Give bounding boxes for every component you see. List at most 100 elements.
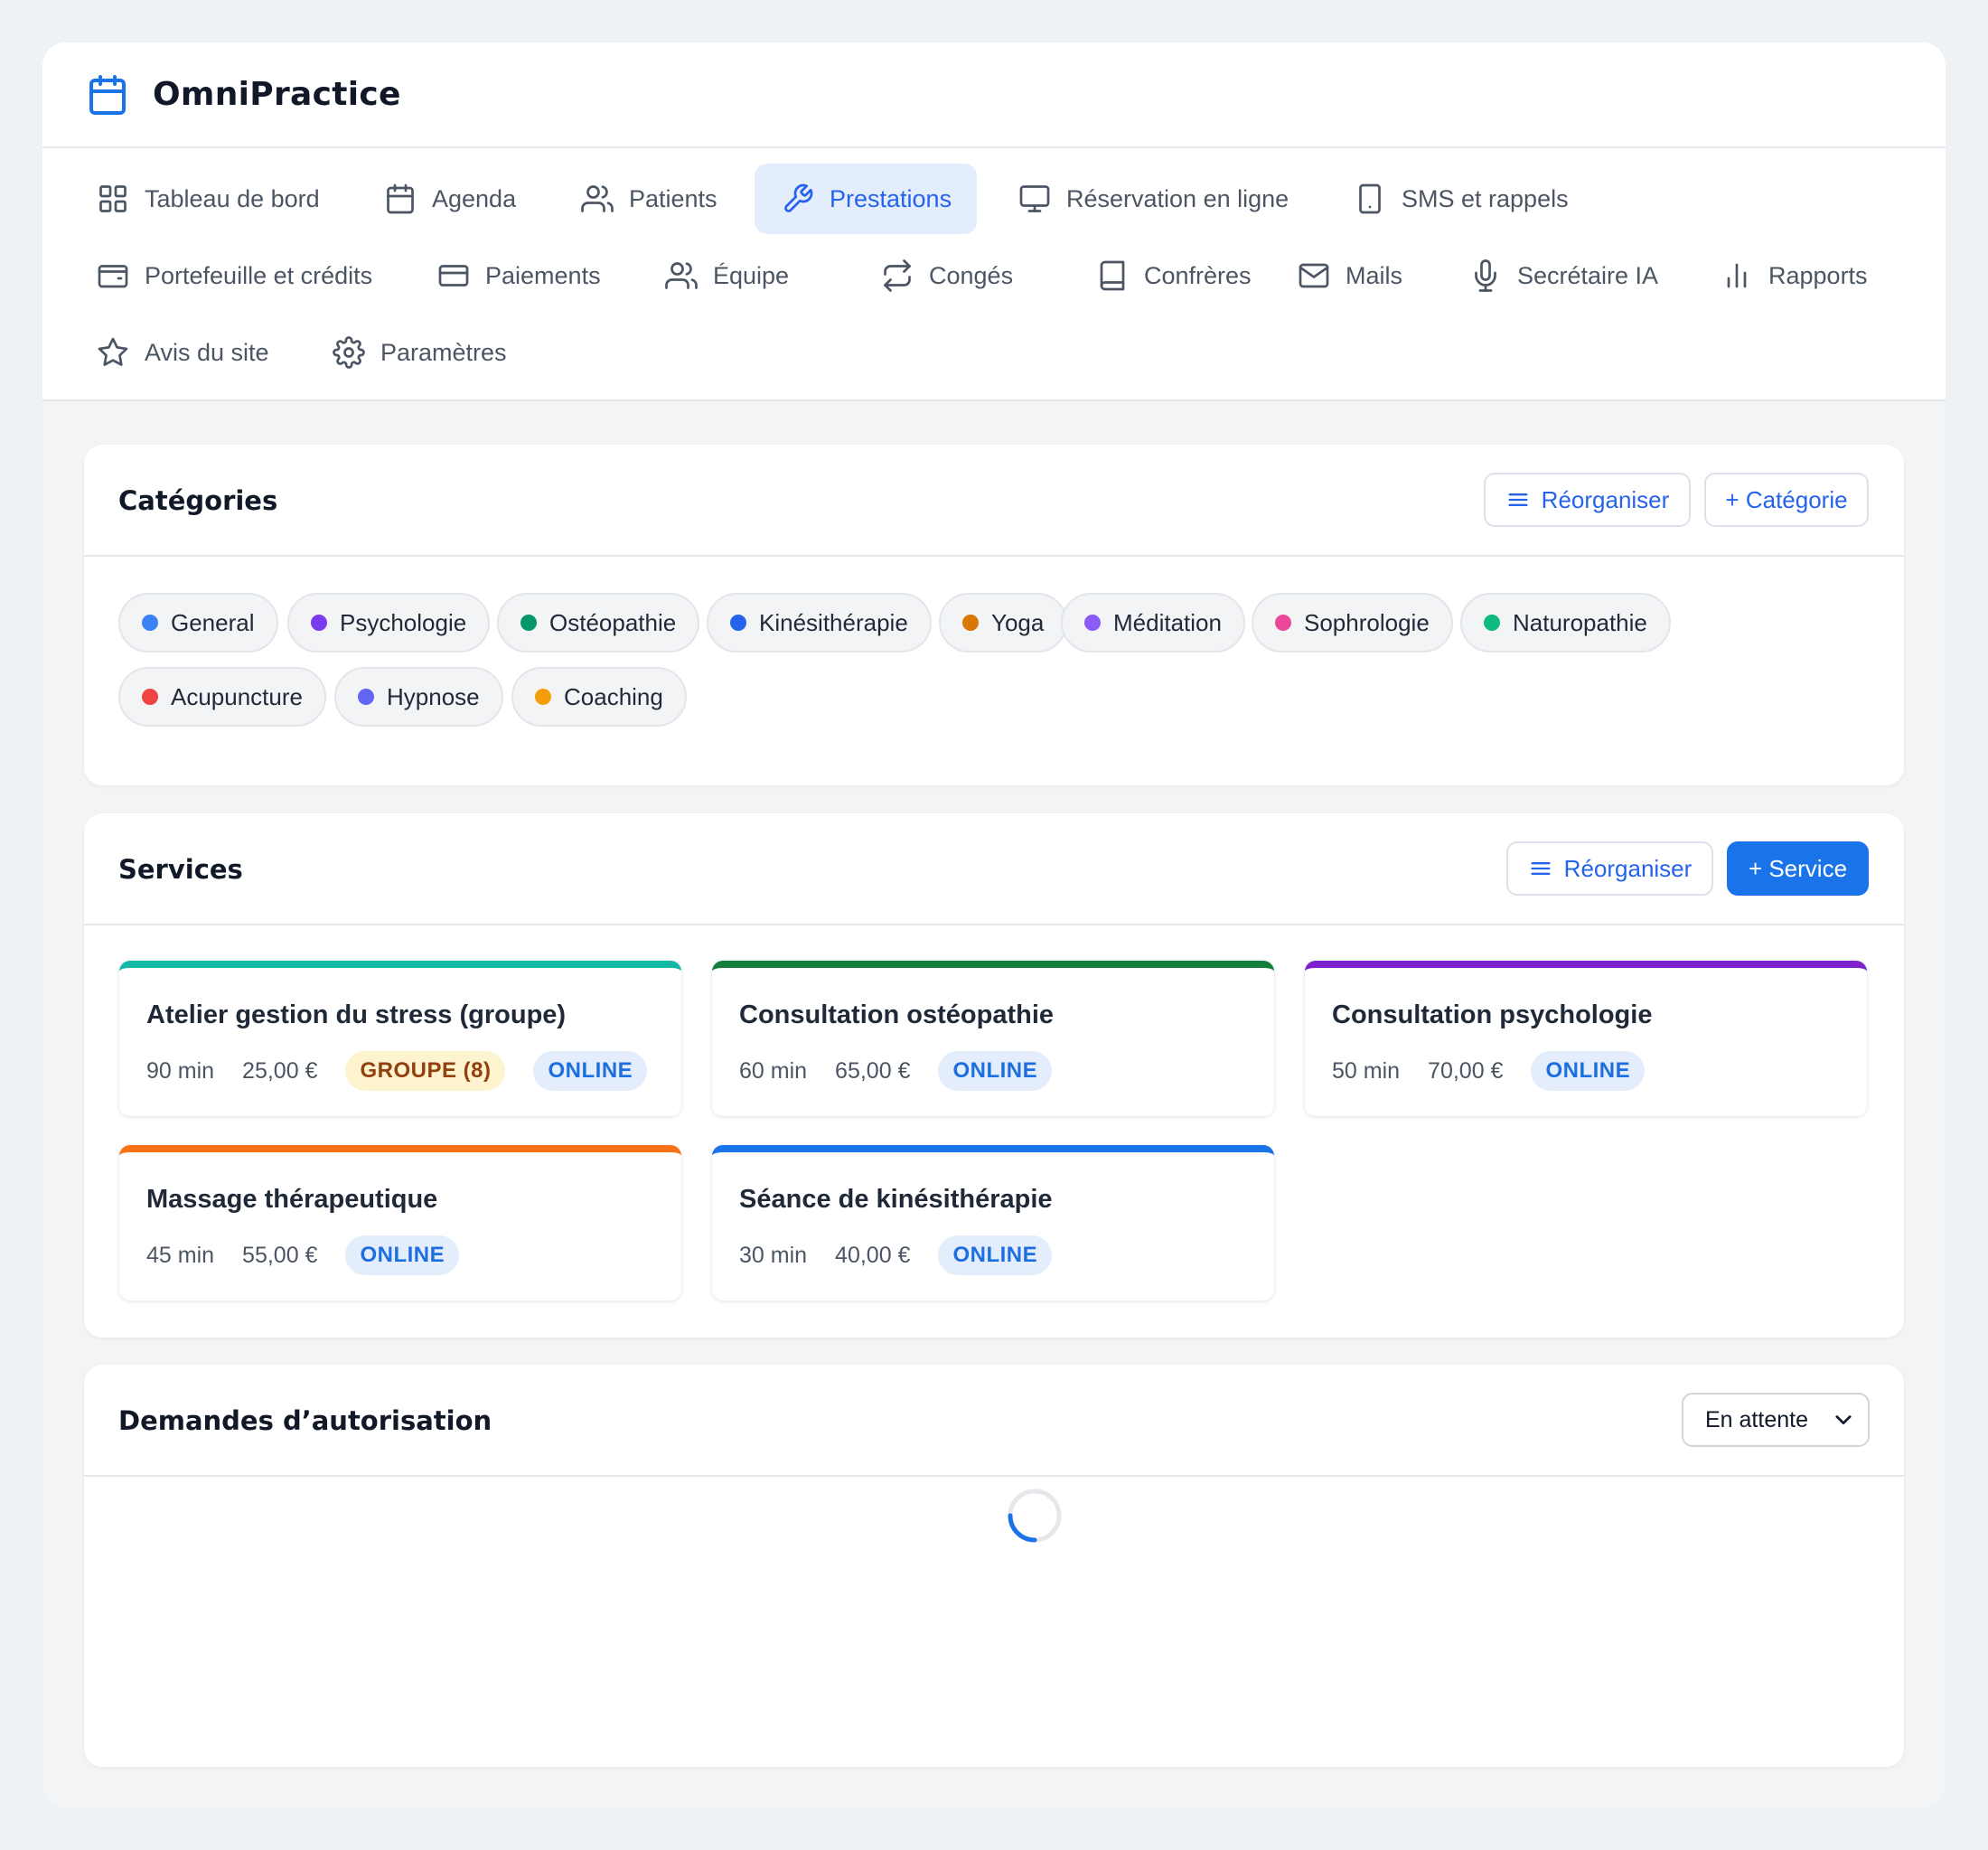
nav-item-patients[interactable]: Patients (554, 164, 743, 234)
nav-label: Paramètres (380, 338, 507, 366)
smartphone-icon (1359, 183, 1381, 214)
add-category-button[interactable]: + Catégorie (1704, 473, 1869, 527)
category-chip-hypnose[interactable]: Hypnose (334, 667, 503, 727)
reorder-label: Réorganiser (1541, 485, 1670, 513)
top-navigation: OmniPractice Tableau de bord Agenda Pati… (42, 42, 1946, 401)
nav-item-avis-du-site[interactable]: Avis du site (70, 317, 295, 388)
app-title: OmniPractice (153, 76, 401, 113)
service-card[interactable]: Massage thérapeutique 45 min 55,00 € ONL… (119, 1145, 681, 1301)
add-service-label: + Service (1748, 854, 1848, 882)
microphone-icon (1475, 259, 1496, 292)
nav-item-conges[interactable]: Congés (854, 240, 1038, 311)
category-chip-osteopathie[interactable]: Ostéopathie (497, 593, 700, 653)
category-color-dot (142, 689, 158, 705)
add-service-button[interactable]: + Service (1727, 841, 1869, 896)
nav-label: Patients (629, 184, 717, 212)
categories-header: Catégories Réorganiser + Catégorie (84, 445, 1904, 557)
nav-item-confreres[interactable]: Confrères (1069, 240, 1277, 311)
nav-item-sms-et-rappels[interactable]: SMS et rappels (1327, 164, 1594, 234)
category-label: Hypnose (387, 682, 480, 710)
service-duration: 45 min (146, 1242, 215, 1268)
category-label: Coaching (564, 682, 663, 710)
category-chip-acupuncture[interactable]: Acupuncture (118, 667, 326, 727)
nav-item-equipe[interactable]: Équipe (638, 240, 814, 311)
service-duration: 90 min (146, 1057, 215, 1084)
online-badge: ONLINE (345, 1235, 460, 1275)
service-price: 40,00 € (835, 1242, 911, 1268)
category-chip-yoga[interactable]: Yoga (939, 593, 1068, 653)
service-meta: 45 min 55,00 € ONLINE (146, 1235, 460, 1275)
status-filter-value: En attente (1705, 1406, 1808, 1432)
chevron-down-icon (1835, 1415, 1852, 1425)
nav-item-reservation-en-ligne[interactable]: Réservation en ligne (991, 164, 1314, 234)
category-color-dot (962, 615, 979, 631)
service-meta: 90 min 25,00 € GROUPE (8) ONLINE (146, 1051, 648, 1091)
app-window: OmniPractice Tableau de bord Agenda Pati… (42, 42, 1946, 1808)
service-name: Séance de kinésithérapie (739, 1185, 1053, 1214)
reorder-services-button[interactable]: Réorganiser (1506, 841, 1713, 896)
service-card[interactable]: Consultation ostéopathie 60 min 65,00 € … (712, 961, 1274, 1116)
service-meta: 60 min 65,00 € ONLINE (739, 1051, 1053, 1091)
service-card[interactable]: Consultation psychologie 50 min 70,00 € … (1305, 961, 1867, 1116)
calendar-icon (89, 74, 126, 115)
service-duration: 30 min (739, 1242, 808, 1268)
book-icon (1100, 260, 1125, 291)
calendar-icon (387, 183, 414, 214)
nav-item-secretaire-ia[interactable]: Secrétaire IA (1442, 240, 1683, 311)
nav-item-prestations[interactable]: Prestations (755, 164, 978, 234)
service-card[interactable]: Séance de kinésithérapie 30 min 40,00 € … (712, 1145, 1274, 1301)
category-chip-psychologie[interactable]: Psychologie (287, 593, 491, 653)
bar-chart-icon (1727, 263, 1747, 288)
wrench-icon (784, 183, 813, 212)
service-meta: 50 min 70,00 € ONLINE (1332, 1051, 1646, 1091)
nav-label: Confrères (1144, 261, 1252, 289)
category-chip-sophrologie[interactable]: Sophrologie (1252, 593, 1453, 653)
service-price: 70,00 € (1428, 1057, 1504, 1084)
star-icon (98, 337, 128, 366)
team-icon (665, 262, 698, 289)
category-chip-naturopathie[interactable]: Naturopathie (1460, 593, 1671, 653)
category-label: Ostéopathie (549, 608, 677, 636)
categories-title: Catégories (118, 485, 278, 516)
repeat-icon (884, 259, 911, 292)
reorder-categories-button[interactable]: Réorganiser (1484, 473, 1691, 527)
category-label: Yoga (991, 608, 1045, 636)
nav-label: Paiements (485, 261, 601, 289)
category-chip-general[interactable]: General (118, 593, 278, 653)
loading-spinner-icon (1008, 1488, 1062, 1543)
nav-label: Congés (929, 261, 1014, 289)
category-chip-coaching[interactable]: Coaching (511, 667, 687, 727)
nav-label: Réservation en ligne (1066, 184, 1289, 212)
category-chip-meditation[interactable]: Méditation (1061, 593, 1245, 653)
online-badge: ONLINE (533, 1051, 648, 1091)
service-card[interactable]: Atelier gestion du stress (groupe) 90 mi… (119, 961, 681, 1116)
online-badge: ONLINE (1531, 1051, 1646, 1091)
nav-item-agenda[interactable]: Agenda (357, 164, 541, 234)
dashboard-grid-icon (99, 185, 127, 212)
nav-item-parametres[interactable]: Paramètres (305, 317, 532, 388)
nav-item-paiements[interactable]: Paiements (410, 240, 626, 311)
nav-item-mails[interactable]: Mails (1271, 240, 1428, 311)
group-badge: GROUPE (8) (345, 1051, 506, 1091)
nav-item-portefeuille-et-credits[interactable]: Portefeuille et crédits (70, 240, 398, 311)
service-name: Atelier gestion du stress (groupe) (146, 1000, 567, 1029)
service-price: 25,00 € (242, 1057, 318, 1084)
authorization-requests-card: Demandes d’autorisation En attente (84, 1365, 1904, 1767)
category-color-dot (730, 615, 746, 631)
service-price: 65,00 € (835, 1057, 911, 1084)
category-label: Sophrologie (1304, 608, 1430, 636)
category-chip-kinesitherapie[interactable]: Kinésithérapie (707, 593, 932, 653)
category-label: General (171, 608, 255, 636)
status-filter-select[interactable]: En attente (1682, 1393, 1870, 1447)
nav-item-rapports[interactable]: Rapports (1693, 240, 1893, 311)
category-label: Kinésithérapie (759, 608, 908, 636)
nav-item-tableau-de-bord[interactable]: Tableau de bord (70, 164, 345, 234)
service-name: Consultation ostéopathie (739, 1000, 1054, 1029)
service-price: 55,00 € (242, 1242, 318, 1268)
brand-header: OmniPractice (42, 42, 1946, 148)
nav-label: SMS et rappels (1402, 184, 1569, 212)
nav-label: Tableau de bord (145, 184, 320, 212)
nav-label: Rapports (1768, 261, 1868, 289)
add-category-label: + Catégorie (1725, 485, 1848, 513)
settings-gear-icon (333, 336, 365, 369)
